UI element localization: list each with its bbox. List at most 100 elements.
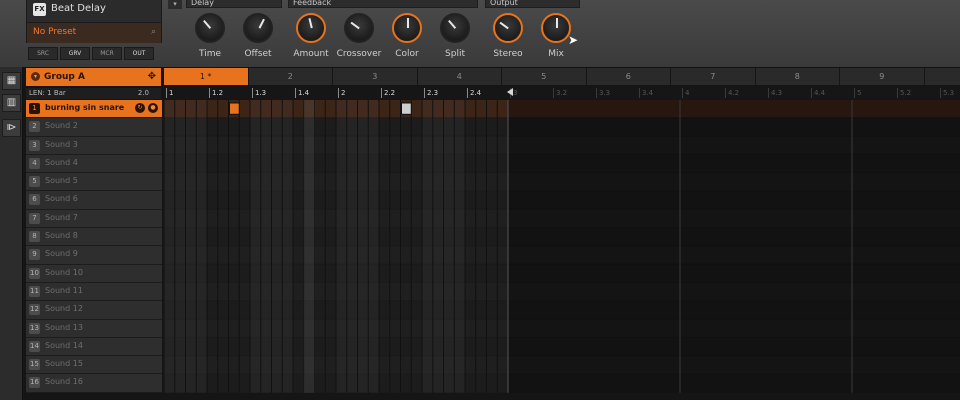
step-column [422, 100, 433, 393]
sound-row[interactable]: 11 Sound 11 [26, 282, 162, 302]
sound-row[interactable]: 4 Sound 4 [26, 154, 162, 174]
sound-row[interactable]: 15 Sound 15 [26, 356, 162, 375]
sound-number: 2 [29, 121, 40, 133]
knob-dial[interactable] [541, 13, 571, 43]
sound-row[interactable]: 12 Sound 12 [26, 301, 162, 320]
step-grid-svg[interactable] [163, 100, 960, 393]
grid-view-icon[interactable]: ▦ [2, 72, 21, 90]
sound-number: 10 [29, 267, 40, 279]
pattern-slot[interactable]: 1 * [164, 68, 249, 85]
chevron-down-icon[interactable]: ▾ [31, 72, 40, 81]
step-column [261, 100, 272, 393]
sound-number: 7 [29, 212, 40, 224]
sound-number: 1 [29, 103, 40, 114]
sampler-view-icon[interactable]: ⧐ [2, 119, 21, 137]
knob-offset[interactable]: Offset [230, 13, 286, 59]
mcr-tab[interactable]: MCR [92, 47, 122, 60]
sound-row[interactable]: 7 Sound 7 [26, 209, 162, 229]
ruler-label: 4 [682, 88, 689, 98]
sound-row[interactable]: 14 Sound 14 [26, 337, 162, 357]
knob-label: Mix [548, 49, 564, 59]
step-column [229, 100, 240, 393]
loop-end-marker[interactable] [507, 88, 513, 96]
sound-row[interactable]: 2 Sound 2 [26, 118, 162, 137]
section-output[interactable]: Output [485, 0, 580, 8]
ruler-label: 1.2 [209, 88, 223, 98]
ruler-label: 5 [854, 88, 861, 98]
length-label: LEN: 1 Bar [29, 89, 66, 97]
pattern-slot[interactable]: 3 [333, 68, 418, 85]
knob-dial[interactable] [493, 13, 523, 43]
pattern-slot[interactable]: 5 [502, 68, 587, 85]
pattern-slot[interactable]: 4 [418, 68, 502, 85]
sound-name: Sound 13 [45, 322, 83, 332]
pattern-slot[interactable]: 2 [249, 68, 333, 85]
knob-dial[interactable] [296, 13, 326, 43]
sound-number: 4 [29, 157, 40, 169]
chevron-down-icon[interactable]: ▾ [168, 0, 182, 9]
plugin-panel: FX Beat Delay No Preset ⌕ SRC GRV MCR OU… [0, 0, 960, 68]
sound-record-icon[interactable]: ● [148, 103, 158, 113]
section-delay[interactable]: Delay [186, 0, 282, 8]
knob-dial[interactable] [344, 13, 374, 43]
move-icon[interactable]: ✥ [148, 71, 156, 82]
step-column [325, 100, 336, 393]
fx-badge: FX [33, 3, 46, 16]
out-tab[interactable]: OUT [124, 47, 154, 60]
note-event [401, 102, 412, 115]
search-icon[interactable]: ⌕ [151, 27, 156, 37]
group-header[interactable]: ▾ Group A ✥ [26, 68, 161, 86]
sound-number: 16 [29, 377, 40, 389]
sound-number: 15 [29, 359, 40, 371]
grv-tab[interactable]: GRV [60, 47, 90, 60]
knob-indicator [203, 19, 212, 29]
pattern-slot[interactable]: 7 [671, 68, 756, 85]
sound-row[interactable]: 8 Sound 8 [26, 228, 162, 247]
knob-label: Offset [244, 49, 272, 59]
ruler-label: 2.3 [424, 88, 438, 98]
knob-dial[interactable] [392, 13, 422, 43]
ruler-label: 3.4 [639, 88, 653, 98]
knob-dial[interactable] [440, 13, 470, 43]
step-column [465, 100, 476, 393]
pattern-slot[interactable]: 8 [756, 68, 840, 85]
src-tab[interactable]: SRC [28, 47, 58, 60]
sound-row[interactable]: 6 Sound 6 [26, 191, 162, 210]
sound-row[interactable]: 1 burning sin snare ↻ ● [26, 100, 162, 119]
group-name: Group A [44, 72, 85, 82]
sound-loop-icon[interactable]: ↻ [135, 103, 145, 113]
preset-selector[interactable]: No Preset ⌕ [27, 22, 161, 43]
ruler-label: 3.3 [596, 88, 610, 98]
step-grid[interactable] [163, 100, 960, 393]
timeline-ruler[interactable]: 1 1.2 1.3 1.4 2 2.2 2.3 2.4 3 3.2 3.3 3.4 4 4.2 4.3 4.4… [164, 87, 960, 99]
inactive-region [508, 100, 960, 393]
sound-name: Sound 8 [45, 231, 78, 241]
plugin-slot[interactable]: FX Beat Delay No Preset ⌕ [26, 0, 162, 43]
sound-number: 6 [29, 194, 40, 206]
knob-dial[interactable] [243, 13, 273, 43]
sound-row[interactable]: 5 Sound 5 [26, 173, 162, 192]
sound-number: 14 [29, 340, 40, 352]
pattern-length[interactable]: LEN: 1 Bar 2.0 [26, 88, 161, 99]
ruler-label: 4.3 [768, 88, 782, 98]
sound-row[interactable]: 13 Sound 13 [26, 319, 162, 338]
sound-name: Sound 14 [45, 340, 83, 350]
keyboard-view-icon[interactable]: ▥ [2, 94, 21, 112]
knob-dial[interactable] [195, 13, 225, 43]
section-feedback[interactable]: Feedback [288, 0, 478, 8]
sound-name: Sound 10 [45, 267, 83, 277]
ruler-label: 3.2 [553, 88, 567, 98]
sound-name: Sound 11 [45, 285, 83, 295]
sound-row[interactable]: 3 Sound 3 [26, 136, 162, 155]
step-column [207, 100, 218, 393]
knob-split[interactable]: Split [427, 13, 483, 59]
ruler-label: 4.2 [725, 88, 739, 98]
pattern-slot[interactable]: 6 [587, 68, 671, 85]
step-column [379, 100, 390, 393]
pattern-slot[interactable]: 9 [840, 68, 925, 85]
knob-indicator [448, 19, 457, 29]
plugin-name[interactable]: Beat Delay [51, 3, 106, 14]
sound-row[interactable]: 16 Sound 16 [26, 374, 162, 393]
sound-row[interactable]: 9 Sound 9 [26, 246, 162, 265]
sound-row[interactable]: 10 Sound 10 [26, 264, 162, 283]
